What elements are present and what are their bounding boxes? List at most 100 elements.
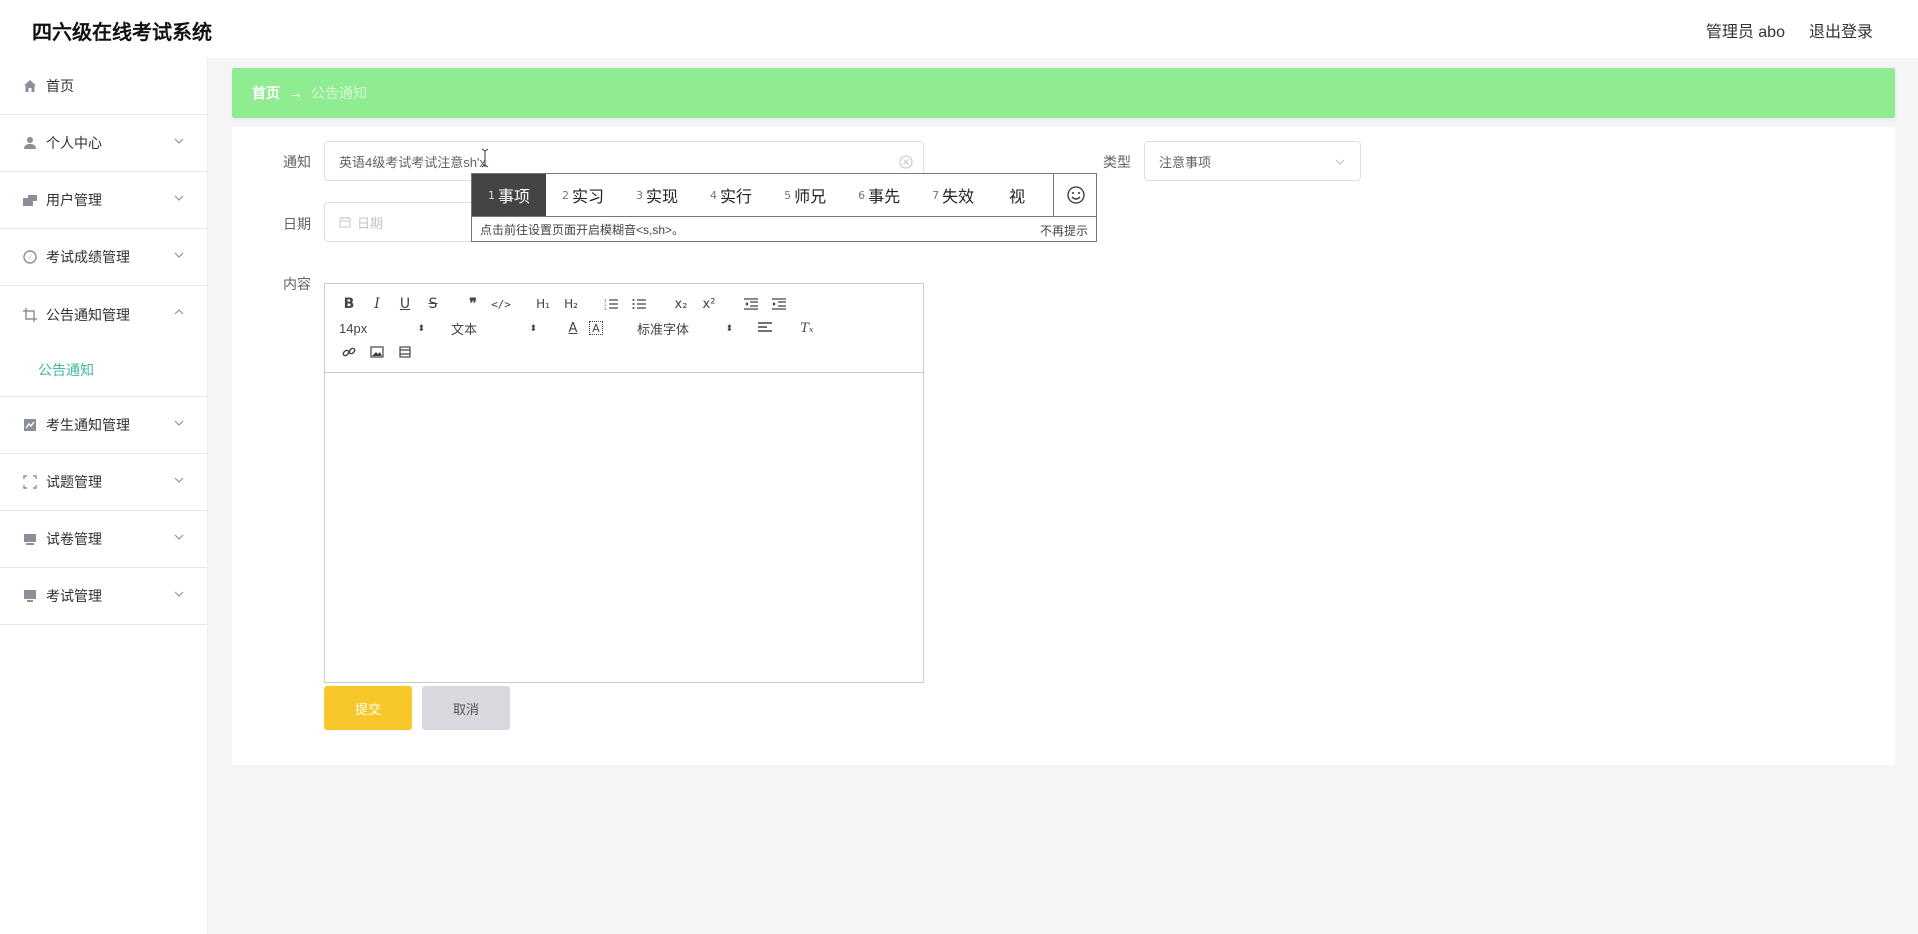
users-icon [22, 192, 38, 208]
ime-dismiss-link[interactable]: 不再提示 [1040, 222, 1088, 239]
select-updown-icon: ⬍ [417, 322, 425, 333]
editor-toolbar: B I U S ❞ </> H₁ H₂ 123 x₂ x² 14px ⬍ 文本 … [325, 284, 923, 373]
heading2-icon[interactable]: H₂ [561, 294, 581, 314]
ime-candidate-list: 1 事项 2 实习 3 实现 4 实行 5 师兄 6 事先 7 失效 视 [472, 174, 1052, 216]
background-color-icon[interactable]: A [589, 321, 603, 335]
blockquote-icon[interactable]: ❞ [463, 294, 483, 314]
clear-icon[interactable] [899, 155, 913, 169]
toolbar-row-3 [339, 342, 415, 362]
top-header: 四六级在线考试系统 管理员 abo 退出登录 [0, 0, 1918, 58]
underline-icon[interactable]: U [395, 294, 415, 314]
logout-link[interactable]: 退出登录 [1809, 18, 1873, 42]
chevron-down-icon [174, 252, 184, 258]
ime-candidate[interactable]: 6 事先 [842, 174, 916, 216]
text-cursor-icon [481, 148, 489, 168]
italic-icon[interactable]: I [367, 294, 387, 314]
bullet-list-icon[interactable] [629, 294, 649, 314]
chevron-down-icon [174, 591, 184, 597]
link-icon[interactable] [339, 342, 359, 362]
sidebar-item-questions[interactable]: 试题管理 [0, 454, 207, 511]
home-icon [22, 78, 38, 94]
chevron-down-icon [174, 138, 184, 144]
sidebar-item-label: 考试成绩管理 [46, 249, 130, 265]
sidebar-subitem-label: 公告通知 [38, 361, 94, 378]
sidebar-item-label: 首页 [46, 78, 74, 94]
chevron-down-icon [174, 477, 184, 483]
monitor-icon [22, 588, 38, 604]
sidebar-item-label: 试题管理 [46, 474, 102, 490]
bold-icon[interactable]: B [339, 294, 359, 314]
notice-label: 通知 [283, 154, 311, 170]
content-label: 内容 [283, 276, 311, 292]
app-title: 四六级在线考试系统 [32, 22, 212, 44]
sidebar-item-label: 个人中心 [46, 135, 102, 151]
chevron-down-icon [174, 195, 184, 201]
sidebar-item-profile[interactable]: 个人中心 [0, 115, 207, 172]
heading1-icon[interactable]: H₁ [533, 294, 553, 314]
subscript-icon[interactable]: x₂ [671, 294, 691, 314]
indent-icon[interactable] [769, 294, 789, 314]
editor-content-area[interactable] [325, 373, 923, 682]
toolbar-row-1: B I U S ❞ </> H₁ H₂ 123 x₂ x² [339, 294, 789, 314]
svg-text:3: 3 [604, 306, 607, 310]
ime-candidate[interactable]: 5 师兄 [768, 174, 842, 216]
cancel-button[interactable]: 取消 [422, 686, 510, 730]
type-select[interactable]: 注意事项 [1144, 141, 1361, 181]
sidebar-item-exams[interactable]: 考试管理 [0, 568, 207, 625]
fullscreen-icon [22, 474, 38, 490]
type-label: 类型 [1103, 154, 1131, 170]
superscript-icon[interactable]: x² [699, 294, 719, 314]
sidebar-item-scores[interactable]: 考试成绩管理 [0, 229, 207, 286]
compass-icon [22, 249, 38, 265]
sidebar-item-label: 试卷管理 [46, 531, 102, 547]
rich-text-editor: B I U S ❞ </> H₁ H₂ 123 x₂ x² 14px ⬍ 文本 … [324, 283, 924, 683]
chevron-up-icon [174, 309, 184, 315]
calendar-icon [339, 217, 351, 228]
sidebar-item-label: 公告通知管理 [46, 306, 130, 323]
code-block-icon[interactable]: </> [491, 294, 511, 314]
font-size-select[interactable]: 14px ⬍ [339, 321, 425, 336]
ime-candidate[interactable]: 4 实行 [694, 174, 768, 216]
sidebar-item-announcements[interactable]: 公告通知管理 [0, 286, 207, 343]
ordered-list-icon[interactable]: 123 [601, 294, 621, 314]
font-family-value: 标准字体 [637, 321, 690, 337]
ime-candidate[interactable]: 视 [990, 174, 1041, 216]
type-select-value: 注意事项 [1159, 154, 1212, 170]
ime-candidate[interactable]: 7 失效 [916, 174, 990, 216]
emoji-icon[interactable] [1053, 174, 1097, 216]
outdent-icon[interactable] [741, 294, 761, 314]
image-icon[interactable] [367, 342, 387, 362]
user-icon [22, 135, 38, 151]
font-color-icon[interactable]: A [563, 318, 583, 338]
chevron-down-icon [1335, 159, 1345, 165]
sidebar-item-papers[interactable]: 试卷管理 [0, 511, 207, 568]
stack-icon [22, 531, 38, 547]
sidebar-item-label: 考生通知管理 [46, 417, 130, 433]
ime-candidate-popup: 1 事项 2 实习 3 实现 4 实行 5 师兄 6 事先 7 失效 视 点击前往设置页面开启… [471, 173, 1097, 242]
clear-format-icon[interactable]: Tₓ [797, 318, 817, 338]
sidebar-item-home[interactable]: 首页 [0, 58, 207, 115]
submit-button[interactable]: 提交 [324, 686, 412, 730]
align-left-icon[interactable] [755, 318, 775, 338]
breadcrumb-home[interactable]: 首页 [252, 83, 280, 103]
date-label: 日期 [283, 216, 311, 232]
sidebar-item-label: 考试管理 [46, 588, 102, 604]
ime-candidate[interactable]: 3 实现 [620, 174, 694, 216]
sidebar-item-label: 用户管理 [46, 192, 102, 208]
chevron-down-icon [174, 534, 184, 540]
ime-tip-bar: 点击前往设置页面开启模糊音<s,sh>。 不再提示 [472, 216, 1096, 242]
sidebar-item-users[interactable]: 用户管理 [0, 172, 207, 229]
sidebar-subitem-announcement[interactable]: 公告通知 [0, 343, 207, 397]
date-placeholder: 日期 [357, 215, 384, 231]
breadcrumb-current: 公告通知 [311, 85, 367, 101]
ime-candidate[interactable]: 1 事项 [472, 174, 547, 216]
header-select[interactable]: 文本 ⬍ [451, 319, 537, 338]
sidebar: 首页 个人中心 用户管理 考试成绩管理 公告通知管理 公告通知 考生通知管理 试… [0, 58, 208, 934]
strikethrough-icon[interactable]: S [423, 294, 443, 314]
ime-candidate[interactable]: 2 实习 [546, 174, 620, 216]
sidebar-item-candidate-notices[interactable]: 考生通知管理 [0, 397, 207, 454]
ime-tip-text[interactable]: 点击前往设置页面开启模糊音<s,sh>。 [480, 221, 684, 238]
font-family-select[interactable]: 标准字体 ⬍ [637, 319, 733, 338]
breadcrumb: 首页 → 公告通知 [232, 68, 1895, 118]
video-icon[interactable] [395, 342, 415, 362]
